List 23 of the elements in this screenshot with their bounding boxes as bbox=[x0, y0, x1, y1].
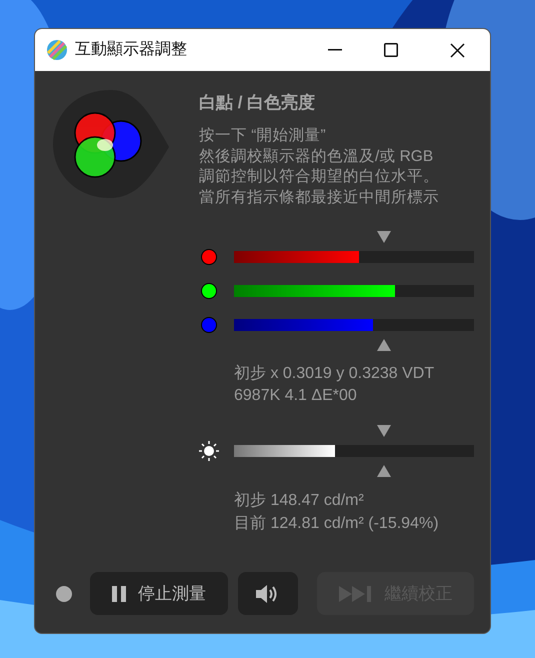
app-icon bbox=[47, 40, 67, 60]
instruction-text: 按一下 “開始測量” bbox=[199, 126, 327, 146]
down-triangle-icon bbox=[377, 230, 391, 244]
instruction-text: 然後調校顯示器的色溫及/或 RGB bbox=[199, 146, 434, 166]
luminance-text: 初步 148.47 cd/m² bbox=[234, 490, 365, 511]
up-triangle-icon bbox=[377, 464, 391, 478]
brightness-icon bbox=[199, 441, 219, 461]
up-triangle-icon bbox=[377, 338, 391, 352]
minimize-icon bbox=[328, 49, 342, 51]
down-triangle-icon bbox=[377, 424, 391, 438]
maximize-icon bbox=[384, 43, 398, 57]
stop-button[interactable]: 停止測量 bbox=[90, 572, 228, 615]
instruction-text: 調節控制以符合期望的白位水平。 bbox=[199, 167, 440, 187]
instruction-text: 當所有指示條都最接近中間所標示 bbox=[199, 188, 440, 208]
luminance-text: 目前 124.81 cd/m² (-15.94%) bbox=[234, 514, 440, 534]
section-heading: 白點 / 白色亮度 bbox=[199, 92, 316, 114]
pause-icon bbox=[112, 586, 126, 602]
close-icon bbox=[450, 42, 464, 58]
sound-button[interactable] bbox=[238, 572, 298, 615]
window-title: 互動顯示器調整 bbox=[75, 40, 187, 60]
chromaticity-text: 初步 x 0.3019 y 0.3238 VDT bbox=[234, 364, 436, 384]
skip-forward-icon bbox=[338, 586, 372, 602]
chromaticity-text: 6987K 4.1 ΔE*00 bbox=[234, 386, 358, 406]
